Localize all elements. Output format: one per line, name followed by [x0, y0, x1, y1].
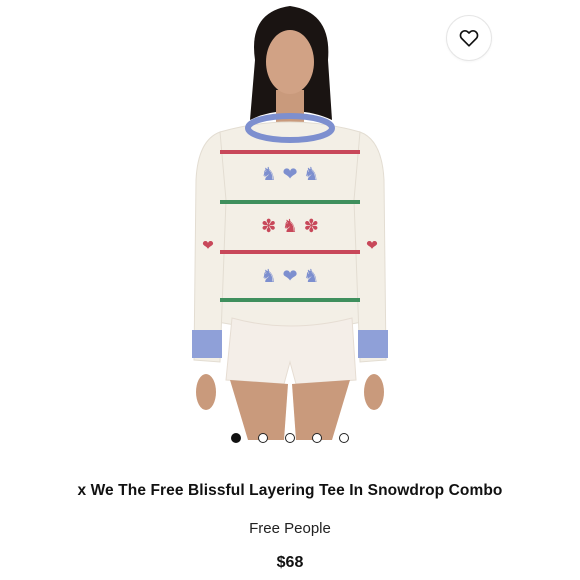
pagination-dot-4[interactable]	[312, 433, 322, 443]
pagination-dot-1[interactable]	[231, 433, 241, 443]
model-photo: ♞ ❤ ♞ ✽ ♞ ✽ ♞ ❤ ♞ ❤ ❤	[192, 6, 388, 440]
product-brand[interactable]: Free People	[0, 520, 580, 538]
image-pagination	[0, 432, 580, 444]
product-card[interactable]: ♞ ❤ ♞ ✽ ♞ ✽ ♞ ❤ ♞ ❤ ❤ x We The Free Blis…	[0, 0, 580, 580]
pagination-dot-5[interactable]	[339, 433, 349, 443]
product-price: $68	[276, 554, 304, 571]
product-title[interactable]: x We The Free Blissful Layering Tee In S…	[60, 481, 520, 501]
svg-text:♞ ❤ ♞: ♞ ❤ ♞	[261, 266, 320, 287]
wishlist-button[interactable]	[446, 15, 492, 61]
svg-text:♞ ❤ ♞: ♞ ❤ ♞	[261, 164, 320, 185]
pagination-dot-2[interactable]	[258, 433, 268, 443]
pagination-dot-3[interactable]	[285, 433, 295, 443]
svg-text:❤: ❤	[202, 238, 214, 254]
product-image[interactable]: ♞ ❤ ♞ ✽ ♞ ✽ ♞ ❤ ♞ ❤ ❤	[70, 0, 510, 440]
svg-text:❤: ❤	[366, 238, 378, 254]
svg-text:✽ ♞ ✽: ✽ ♞ ✽	[261, 216, 319, 237]
heart-outline-icon	[459, 30, 479, 47]
